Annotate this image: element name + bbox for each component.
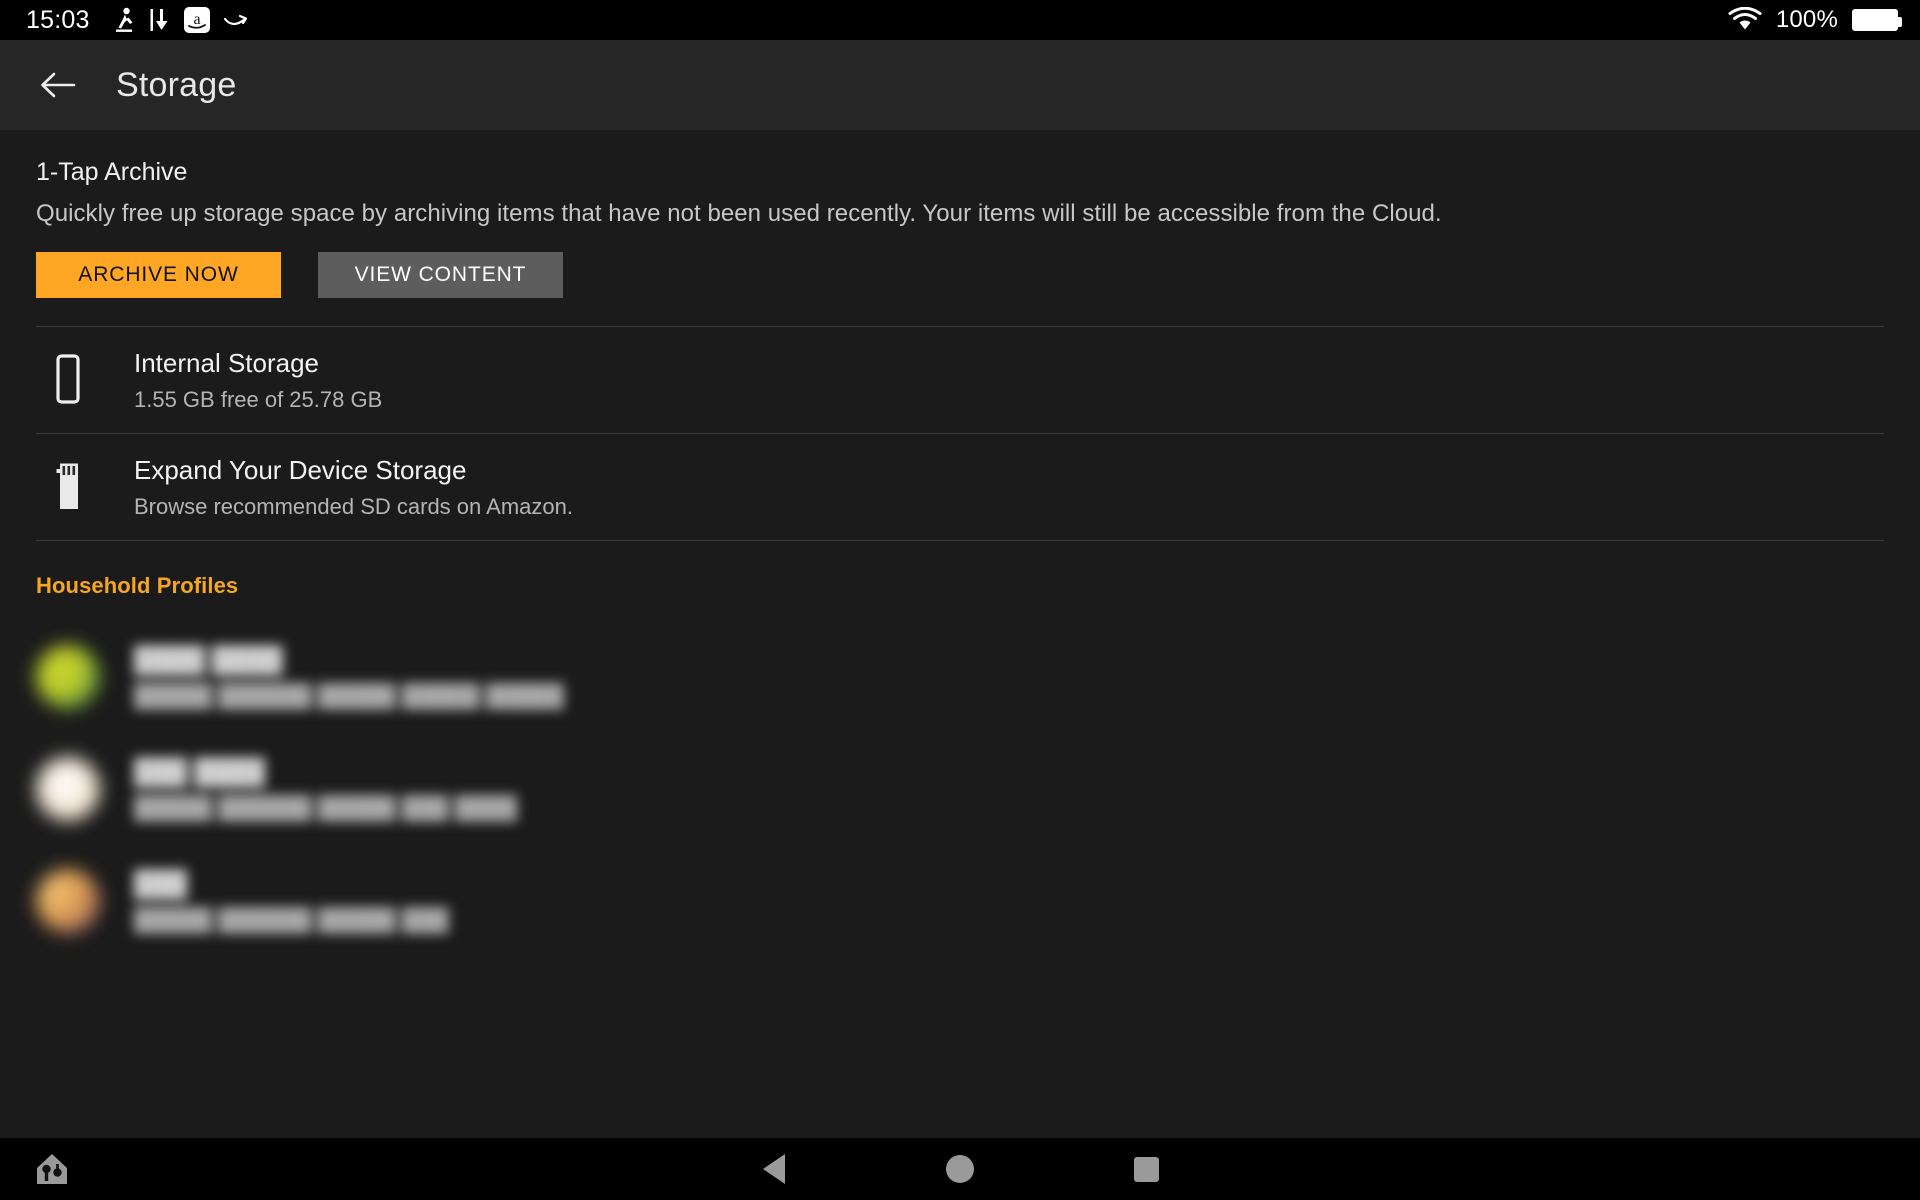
- nav-back-icon[interactable]: [752, 1147, 796, 1191]
- row-expand-device-storage-text: Expand Your Device Storage Browse recomm…: [134, 455, 573, 520]
- household-profiles-header: Household Profiles: [36, 573, 239, 598]
- row-subtitle: 1.55 GB free of 25.78 GB: [134, 386, 383, 412]
- row-internal-storage-text: Internal Storage 1.55 GB free of 25.78 G…: [134, 348, 382, 413]
- svg-text:a: a: [193, 11, 200, 28]
- download-icon: [149, 7, 171, 33]
- avatar: [36, 645, 100, 709]
- household-profiles-list: ████ ████ █████ ██████ █████ █████ █████…: [0, 599, 1920, 957]
- wifi-icon: [1728, 7, 1762, 33]
- one-tap-archive-section: 1-Tap Archive Quickly free up storage sp…: [0, 130, 1920, 298]
- battery-percentage: 100%: [1775, 6, 1838, 33]
- status-notification-icons: a: [114, 7, 251, 33]
- nav-home-icon[interactable]: [938, 1147, 982, 1191]
- phone-storage-icon: [36, 354, 100, 406]
- archive-section-description: Quickly free up storage space by archivi…: [36, 200, 1442, 227]
- list-item[interactable]: ████ ████ █████ ██████ █████ █████ █████: [0, 621, 1920, 733]
- swipe-gesture-icon: [223, 7, 251, 33]
- household-home-icon[interactable]: [30, 1147, 74, 1191]
- row-internal-storage[interactable]: Internal Storage 1.55 GB free of 25.78 G…: [0, 327, 1920, 433]
- archive-button-row: ARCHIVE NOW VIEW CONTENT: [36, 228, 1884, 298]
- profile-subtitle: █████ ██████ █████ ███ ████: [134, 794, 517, 820]
- status-bar-left: 15:03 a: [26, 7, 251, 33]
- nav-recents-icon[interactable]: [1124, 1147, 1168, 1191]
- page-title: Storage: [116, 65, 237, 104]
- amazon-app-icon: a: [183, 7, 210, 33]
- view-content-button[interactable]: VIEW CONTENT: [318, 252, 563, 298]
- avatar: [36, 869, 100, 933]
- battery-icon: [1852, 9, 1902, 31]
- system-navigation-bar: [0, 1138, 1920, 1200]
- device-screen: 15:03 a 100% Storage 1-Tap Archive Quick…: [0, 0, 1920, 1200]
- profile-name: ████ ████: [134, 645, 283, 674]
- app-header: Storage: [0, 40, 1920, 130]
- profile-subtitle: █████ ██████ █████ █████ █████: [134, 682, 564, 708]
- walking-person-icon: [114, 7, 136, 33]
- settings-content: 1-Tap Archive Quickly free up storage sp…: [0, 130, 1920, 1138]
- profile-text: ███ ████ █████ ██████ █████ ███ ████: [134, 758, 517, 821]
- nav-button-group: [752, 1147, 1168, 1191]
- profile-text: ████ ████ █████ ██████ █████ █████ █████: [134, 646, 564, 709]
- row-expand-device-storage[interactable]: Expand Your Device Storage Browse recomm…: [0, 434, 1920, 540]
- sd-card-icon: [36, 461, 100, 513]
- row-title: Expand Your Device Storage: [134, 454, 467, 485]
- profile-name: ███ ████: [134, 757, 265, 786]
- profile-subtitle: █████ ██████ █████ ███: [134, 906, 449, 932]
- avatar: [36, 757, 100, 821]
- list-item[interactable]: ███ ████ █████ ██████ █████ ███ ████: [0, 733, 1920, 845]
- profile-text: ███ █████ ██████ █████ ███: [134, 870, 449, 933]
- row-subtitle: Browse recommended SD cards on Amazon.: [134, 493, 573, 519]
- list-item[interactable]: ███ █████ ██████ █████ ███: [0, 845, 1920, 957]
- archive-section-title: 1-Tap Archive: [36, 158, 188, 186]
- row-title: Internal Storage: [134, 347, 320, 378]
- archive-now-button[interactable]: ARCHIVE NOW: [36, 252, 281, 298]
- status-clock: 15:03: [26, 5, 90, 34]
- status-bar: 15:03 a 100%: [0, 0, 1920, 40]
- back-arrow-icon[interactable]: [36, 63, 80, 107]
- profile-name: ███: [134, 869, 188, 898]
- status-bar-right: 100%: [1728, 6, 1902, 33]
